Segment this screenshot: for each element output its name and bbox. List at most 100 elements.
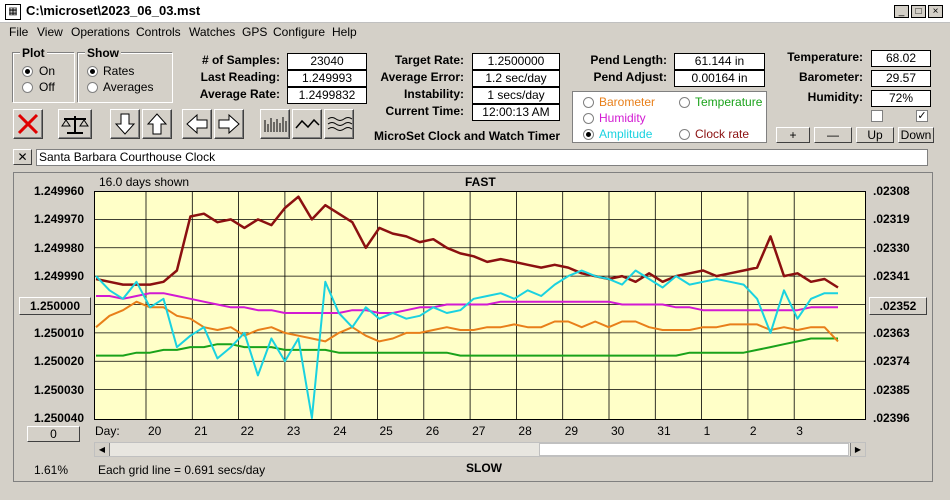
x-tick-label: 2: [749, 424, 757, 438]
y-left-tick-label: 1.249960: [33, 184, 84, 198]
scroll-left-arrow-icon[interactable]: ◀: [95, 443, 110, 456]
pend-adjust-value[interactable]: 0.00164 in: [674, 70, 765, 87]
average-error-label: Average Error:: [380, 70, 464, 84]
pend-adjust-label: Pend Adjust:: [593, 70, 667, 84]
line-graph-icon: [295, 118, 320, 129]
option-checkbox-2[interactable]: ✓: [916, 110, 928, 122]
menu-gps[interactable]: GPS: [242, 25, 267, 39]
target-rate-value[interactable]: 1.2500000: [472, 53, 560, 70]
decrease-button[interactable]: —: [814, 127, 852, 143]
instability-value: 1 secs/day: [472, 87, 560, 104]
average-error-value: 1.2 sec/day: [472, 70, 560, 87]
days-shown-label: 16.0 days shown: [99, 175, 190, 189]
plot-on-radio[interactable]: [22, 66, 33, 77]
scroll-right-arrow-icon[interactable]: ▶: [850, 443, 865, 456]
y-left-tick-label: 1.249970: [33, 212, 84, 227]
current-time-label: Current Time:: [385, 104, 464, 118]
temperature-value: 68.02: [871, 50, 931, 67]
chart-plot-area: [94, 191, 866, 420]
clock-name-field[interactable]: Santa Barbara Courthouse Clock: [36, 149, 928, 166]
series-clockrate-radio[interactable]: [679, 129, 690, 140]
series-amplitude-label: Amplitude: [599, 127, 653, 141]
menu-watches[interactable]: Watches: [189, 25, 235, 39]
series-amplitude-radio[interactable]: [583, 129, 594, 140]
multi-line-view-button[interactable]: [324, 109, 354, 139]
menu-operations[interactable]: Operations: [71, 25, 130, 39]
y-right-tick-label: .02330: [873, 240, 910, 255]
center-rate-button[interactable]: 1.250000: [19, 297, 91, 315]
show-group-title: Show: [85, 46, 121, 60]
scroll-left-button[interactable]: [182, 109, 212, 139]
scroll-right-button[interactable]: [214, 109, 244, 139]
menu-view[interactable]: View: [37, 25, 63, 39]
plot-group-title: Plot: [20, 46, 47, 60]
line-view-button[interactable]: [292, 109, 322, 139]
series-selector: Barometer Temperature Humidity Amplitude…: [572, 91, 767, 143]
chart-scrollbar[interactable]: ◀ ▶: [94, 442, 866, 457]
menu-controls[interactable]: Controls: [136, 25, 181, 39]
show-averages-radio[interactable]: [87, 82, 98, 93]
series-humidity-radio[interactable]: [583, 113, 594, 124]
humidity-label: Humidity:: [807, 90, 863, 104]
average-rate-value: 1.2499832: [287, 87, 367, 104]
y-right-tick-label: .02374: [873, 354, 910, 369]
bar-view-button[interactable]: [260, 109, 290, 139]
grid-note: Each grid line = 0.691 secs/day: [98, 463, 266, 477]
app-caption: MicroSet Clock and Watch Timer: [374, 129, 561, 143]
samples-value: 23040: [287, 53, 367, 70]
menu-file[interactable]: File: [9, 25, 28, 39]
y-left-tick-label: 1.249990: [33, 269, 84, 284]
down-button[interactable]: Down: [898, 127, 934, 143]
series-temperature-radio[interactable]: [679, 97, 690, 108]
stop-button[interactable]: [13, 109, 43, 139]
x-tick-label: 31: [657, 424, 671, 438]
center-amplitude-button[interactable]: .02352: [869, 297, 927, 315]
arrow-down-icon: [114, 113, 136, 135]
increase-button[interactable]: +: [776, 127, 810, 143]
y-left-tick-label: 1.250040: [33, 411, 84, 425]
plot-off-radio[interactable]: [22, 82, 33, 93]
day-axis-label: Day:: [95, 424, 120, 438]
plot-group: Plot On Off: [13, 46, 75, 103]
average-rate-label: Average Rate:: [199, 87, 280, 101]
pend-length-label: Pend Length:: [590, 53, 667, 67]
arrow-up-icon: [146, 113, 168, 135]
minimize-button[interactable]: _: [894, 5, 909, 18]
arrow-right-icon: [218, 113, 240, 135]
menu-help[interactable]: Help: [332, 25, 357, 39]
show-rates-radio[interactable]: [87, 66, 98, 77]
x-tick-label: 30: [611, 424, 625, 438]
balance-button[interactable]: [58, 109, 92, 139]
scrollbar-thumb[interactable]: [539, 443, 849, 456]
pend-length-value[interactable]: 61.144 in: [674, 53, 765, 70]
x-tick-label: 26: [425, 424, 440, 438]
series-barometer-label: Barometer: [599, 95, 656, 109]
x-tick-label: 21: [194, 424, 208, 438]
window-title: C:\microset\2023_06_03.mst: [26, 3, 201, 18]
target-rate-label: Target Rate:: [394, 53, 464, 67]
last-reading-value: 1.249993: [287, 70, 367, 87]
y-right-tick-label: .02396: [873, 411, 910, 425]
x-tick-label: 24: [333, 424, 347, 438]
option-checkbox-1[interactable]: [871, 110, 883, 122]
x-tick-label: 28: [518, 424, 532, 438]
x-tick-label: 22: [240, 424, 254, 438]
y-right-tick-label: .02308: [873, 184, 910, 198]
scroll-down-button[interactable]: [110, 109, 140, 139]
menu-configure[interactable]: Configure: [273, 25, 325, 39]
maximize-button[interactable]: □: [911, 5, 926, 18]
x-tick-label: 27: [472, 424, 486, 438]
x-tick-label: 29: [564, 424, 579, 438]
app-icon[interactable]: ▦: [5, 4, 21, 20]
instability-label: Instability:: [403, 87, 464, 101]
close-window-button[interactable]: ×: [928, 5, 943, 18]
series-barometer-radio[interactable]: [583, 97, 594, 108]
barometer-value: 29.57: [871, 70, 931, 87]
clear-clock-button[interactable]: ✕: [13, 149, 32, 165]
humidity-value: 72%: [871, 90, 931, 107]
offset-button[interactable]: 0: [27, 426, 80, 442]
y-left-tick-label: 1.250020: [33, 354, 84, 369]
title-bar: ▦ C:\microset\2023_06_03.mst _ □ ×: [0, 0, 950, 23]
scroll-up-button[interactable]: [142, 109, 172, 139]
up-button[interactable]: Up: [856, 127, 894, 143]
